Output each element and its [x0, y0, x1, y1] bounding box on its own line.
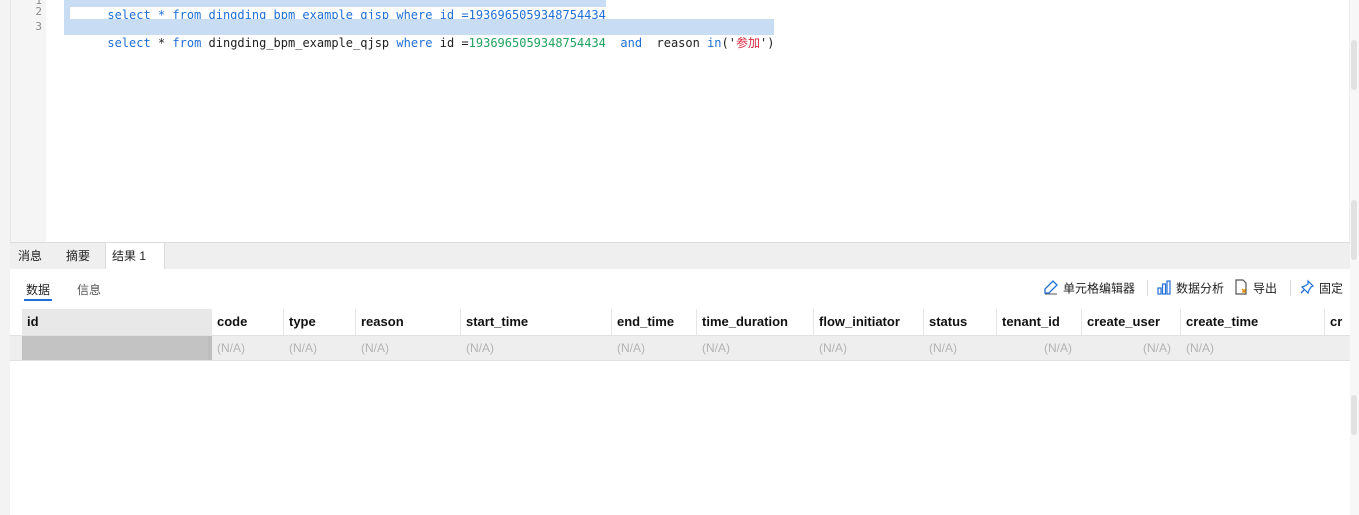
- id-value-token: 1936965059348754434: [468, 36, 606, 50]
- line-number: 2: [35, 5, 42, 18]
- column-header-code[interactable]: code: [212, 309, 284, 335]
- vertical-scrollbar[interactable]: [1349, 0, 1359, 515]
- cell-start-time[interactable]: (N/A): [461, 336, 612, 360]
- cell-create-user[interactable]: (N/A): [1082, 336, 1181, 360]
- scrollbar-thumb-bottom[interactable]: [1351, 395, 1357, 435]
- column-header-time-duration[interactable]: time_duration: [697, 309, 814, 335]
- active-subtab-indicator: [24, 299, 52, 301]
- open-paren-token: (': [721, 36, 736, 50]
- column-header-type[interactable]: type: [284, 309, 356, 335]
- cell-time-duration[interactable]: (N/A): [697, 336, 814, 360]
- grid-header-row: id code type reason start_time end_time …: [10, 309, 1350, 336]
- keyword-in: in: [707, 36, 722, 50]
- code-line-2-selection: [64, 4, 70, 20]
- cell-type[interactable]: (N/A): [284, 336, 356, 360]
- pin-label: 固定: [1319, 281, 1344, 296]
- cell-create-time[interactable]: (N/A): [1181, 336, 1325, 360]
- cell-tenant-id[interactable]: (N/A): [997, 336, 1082, 360]
- cell-editor-button[interactable]: 单元格编辑器: [1043, 279, 1135, 297]
- close-paren-token: '): [760, 36, 775, 50]
- cell-editor-label: 单元格编辑器: [1063, 281, 1136, 296]
- subtab-info[interactable]: 信息: [77, 281, 101, 298]
- table-row[interactable]: (N/A) (N/A) (N/A) (N/A) (N/A) (N/A) (N/A…: [10, 336, 1350, 361]
- column-header-status[interactable]: status: [924, 309, 997, 335]
- toolbar-divider-2: [1290, 280, 1291, 296]
- column-header-create-time[interactable]: create_time: [1181, 309, 1325, 335]
- export-button[interactable]: 导出: [1233, 279, 1277, 297]
- keyword-from: from: [172, 36, 202, 50]
- export-icon: [1233, 279, 1249, 300]
- scrollbar-thumb-lower[interactable]: [1351, 200, 1357, 260]
- result-subtabs: 数据 信息 单元格编辑器 数据分析 导出 固定: [10, 269, 1350, 309]
- cell-flow-initiator[interactable]: (N/A): [814, 336, 924, 360]
- column-header-reason[interactable]: reason: [356, 309, 461, 335]
- column-header-start-time[interactable]: start_time: [461, 309, 612, 335]
- column-header-cr[interactable]: cr: [1325, 309, 1350, 335]
- star-token: *: [150, 36, 173, 50]
- column-header-flow-initiator[interactable]: flow_initiator: [814, 309, 924, 335]
- condition-reason-token: reason: [642, 36, 708, 50]
- cell-end-time[interactable]: (N/A): [612, 336, 697, 360]
- line-number-gutter: 1 2 3: [10, 0, 46, 242]
- result-grid[interactable]: id code type reason start_time end_time …: [10, 309, 1350, 515]
- column-header-id[interactable]: id: [22, 309, 212, 335]
- code-line-1[interactable]: select * from dingding_bpm_example_qjsp …: [64, 0, 606, 22]
- cell-status[interactable]: (N/A): [924, 336, 997, 360]
- sql-editor[interactable]: 1 2 3 select * from dingding_bpm_example…: [0, 0, 1359, 242]
- keyword-select: select: [107, 36, 151, 50]
- result-tabs-bar: 消息 摘要 结果 1: [10, 242, 1350, 270]
- code-line-3[interactable]: select * from dingding_bpm_example_qjsp …: [64, 19, 775, 50]
- scrollbar-thumb[interactable]: [1351, 40, 1357, 90]
- subtab-data[interactable]: 数据: [26, 281, 50, 298]
- data-analysis-button[interactable]: 数据分析: [1156, 279, 1224, 297]
- pin-button[interactable]: 固定: [1299, 279, 1343, 297]
- cell-reason[interactable]: (N/A): [356, 336, 461, 360]
- table-name-token: dingding_bpm_example_qjsp: [201, 36, 397, 50]
- edit-icon: [1043, 279, 1059, 300]
- keyword-where: where: [396, 36, 433, 50]
- tab-result-1[interactable]: 结果 1: [105, 243, 165, 270]
- export-label: 导出: [1253, 281, 1278, 296]
- column-header-tenant-id[interactable]: tenant_id: [997, 309, 1082, 335]
- cell-code[interactable]: (N/A): [212, 336, 284, 360]
- column-header-end-time[interactable]: end_time: [612, 309, 697, 335]
- tab-summary[interactable]: 摘要: [60, 243, 96, 269]
- column-header-create-user[interactable]: create_user: [1082, 309, 1181, 335]
- pin-icon: [1299, 279, 1315, 300]
- tab-messages[interactable]: 消息: [12, 243, 48, 269]
- data-analysis-label: 数据分析: [1176, 281, 1225, 296]
- app-root: 1 2 3 select * from dingding_bpm_example…: [0, 0, 1359, 515]
- keyword-and: and: [605, 36, 643, 50]
- analysis-chart-icon: [1156, 279, 1172, 300]
- string-literal-token: 参加: [735, 36, 760, 50]
- toolbar-divider: [1147, 280, 1148, 296]
- condition-id-token: id =: [432, 36, 469, 50]
- cell-id[interactable]: [22, 336, 212, 360]
- line-number: 3: [35, 20, 42, 33]
